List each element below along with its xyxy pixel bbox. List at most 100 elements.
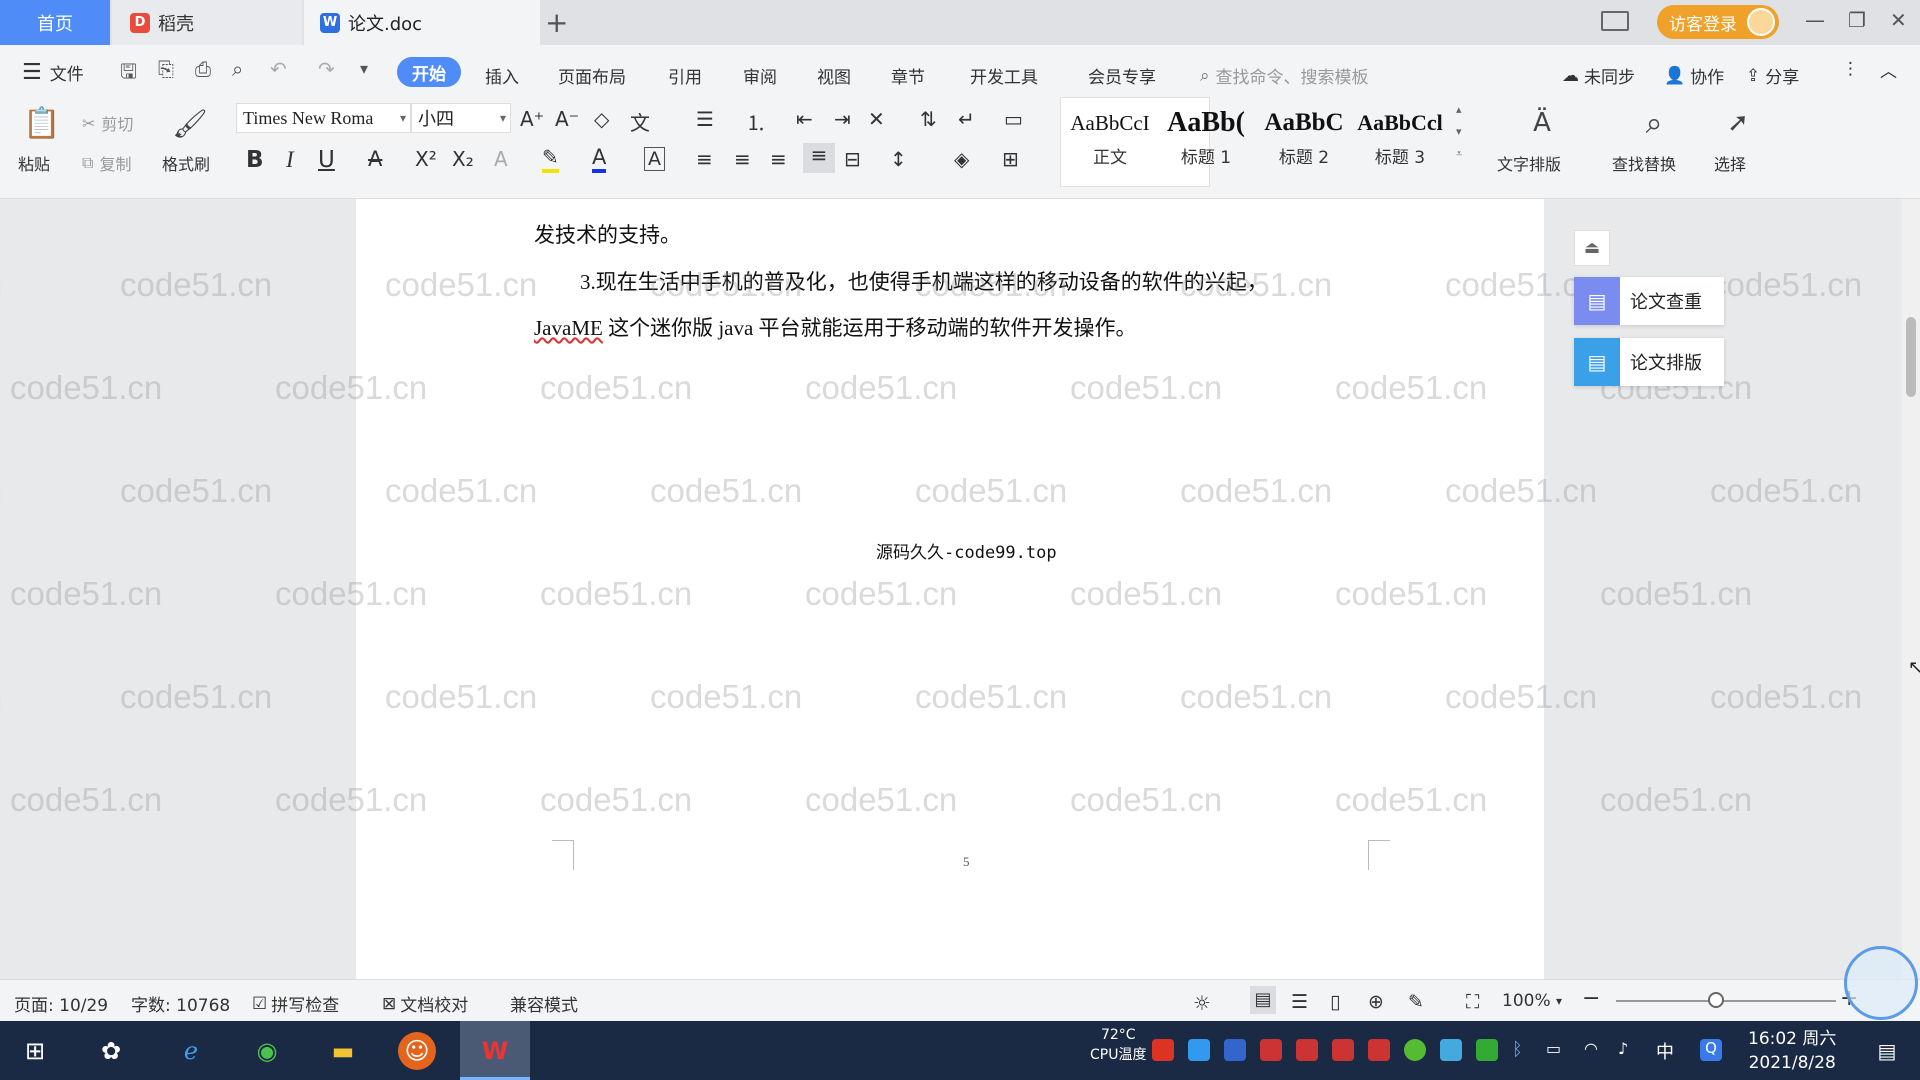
sort-icon[interactable]: ⇅ (920, 107, 937, 131)
menu-chapter[interactable]: 章节 (891, 63, 925, 88)
bluetooth-icon[interactable]: ᛒ (1512, 1039, 1534, 1061)
tray-icon-qq-1[interactable] (1260, 1039, 1282, 1061)
ie-browser-icon[interactable]: ℯ (170, 1030, 212, 1072)
minimize-button[interactable]: — (1805, 8, 1825, 32)
cursor-icon[interactable]: ➚ (1718, 103, 1758, 143)
ime-indicator[interactable]: 中 (1656, 1038, 1674, 1064)
menu-start[interactable]: 开始 (397, 57, 461, 87)
align-right-icon[interactable]: ≡ (770, 147, 787, 171)
menu-references[interactable]: 引用 (668, 63, 702, 88)
cpu-temp-widget[interactable]: 72°C CPU温度 (1090, 1025, 1146, 1065)
phonetic-icon[interactable]: 文 (630, 107, 650, 136)
save-icon[interactable]: 🖫 (120, 57, 137, 91)
scrollbar-thumb[interactable] (1906, 317, 1916, 397)
chinese-layout-icon[interactable]: ✕ (868, 107, 885, 131)
distribute-icon[interactable]: ⊟ (844, 147, 861, 171)
undo-icon[interactable]: ↶ (270, 57, 287, 81)
clock[interactable]: 16:02 周六 2021/8/28 (1748, 1027, 1836, 1075)
tray-icon-qq-3[interactable] (1332, 1039, 1354, 1061)
increase-indent-icon[interactable]: ⇥ (834, 107, 851, 131)
bold-button[interactable]: B (246, 147, 264, 173)
tray-icon-plus[interactable] (1404, 1039, 1426, 1061)
tray-icon-1[interactable] (1152, 1039, 1174, 1061)
tray-icon-qq-4[interactable] (1368, 1039, 1390, 1061)
paper-check-button[interactable]: ▤ 论文查重 (1574, 277, 1724, 325)
menu-file[interactable]: ☰ 文件 (22, 60, 84, 85)
export-icon[interactable]: ⎘ (158, 57, 174, 81)
fit-page-icon[interactable]: ⛶ (1466, 991, 1479, 1013)
line-spacing-icon[interactable]: ↕ (890, 147, 907, 171)
pen-icon[interactable]: ✎ (1408, 991, 1424, 1013)
text-layout-icon[interactable]: Ä (1520, 103, 1564, 143)
style-normal[interactable]: AaBbCcI 正文 (1062, 103, 1158, 179)
command-search[interactable]: ⌕ 查找命令、搜索模板 (1200, 63, 1369, 89)
style-scroll-icon[interactable]: ▴ ▾ ⩡ (1456, 99, 1462, 165)
italic-button[interactable]: I (286, 147, 294, 173)
text-effect-icon[interactable]: A (494, 147, 508, 171)
zoom-slider-handle[interactable] (1708, 992, 1724, 1008)
menu-view[interactable]: 视图 (817, 63, 851, 88)
volume-icon[interactable]: ♪ (1618, 1039, 1640, 1061)
decrease-font-icon[interactable]: A⁻ (555, 107, 579, 131)
show-marks-icon[interactable]: ↵ (958, 107, 975, 131)
collab-button[interactable]: 👤 协作 (1664, 63, 1724, 89)
highlight-icon[interactable]: ✎ (542, 145, 559, 173)
zoom-slider[interactable] (1616, 1000, 1836, 1002)
borders-icon[interactable]: ⊞ (1002, 147, 1019, 171)
find-replace-button[interactable]: 查找替换 (1612, 151, 1676, 175)
align-left-icon[interactable]: ≡ (696, 147, 713, 171)
file-explorer-icon[interactable]: ▬ (322, 1030, 364, 1072)
tab-document[interactable]: W 论文.doc (304, 0, 540, 45)
page-view-icon[interactable]: ▤ (1250, 986, 1276, 1014)
windows-start-icon[interactable]: ⊞ (14, 1030, 56, 1072)
customize-dropdown-icon[interactable]: ▾ (360, 59, 368, 78)
app-icon-mascot[interactable]: ☺ (398, 1032, 436, 1070)
print-preview-icon[interactable]: ⌕ (232, 57, 243, 81)
menu-insert[interactable]: 插入 (485, 63, 519, 88)
tray-icon-2[interactable] (1188, 1039, 1210, 1061)
notification-icon[interactable]: ▤ (1866, 1030, 1908, 1072)
superscript-icon[interactable]: X² (415, 147, 437, 171)
menu-layout[interactable]: 页面布局 (558, 63, 626, 88)
search-q-icon[interactable]: Q (1700, 1039, 1722, 1061)
clear-format-icon[interactable]: ◇ (594, 107, 609, 131)
tab-daoke[interactable]: D 稻壳 (112, 0, 302, 45)
restore-button[interactable]: ❐ (1848, 8, 1866, 32)
strikethrough-icon[interactable]: A (368, 147, 382, 171)
paper-format-button[interactable]: ▤ 论文排版 (1574, 338, 1724, 386)
zoom-out-icon[interactable]: − (1582, 986, 1600, 1011)
assistant-widget[interactable] (1844, 946, 1918, 1020)
print-icon[interactable]: ⎙ (195, 57, 211, 81)
vertical-scrollbar[interactable] (1902, 199, 1920, 979)
login-button[interactable]: 访客登录 (1657, 5, 1779, 39)
wifi-icon[interactable]: ◠ (1584, 1039, 1606, 1061)
shading-icon[interactable]: ◈ (954, 147, 969, 171)
sync-button[interactable]: ☁ 未同步 (1562, 63, 1635, 89)
spell-check-button[interactable]: ☑ 拼写检查 (252, 991, 339, 1017)
more-icon[interactable]: ⋮ (1842, 59, 1859, 79)
eye-protection-icon[interactable]: ☼ (1193, 991, 1211, 1015)
collapse-ribbon-icon[interactable]: ︿ (1880, 57, 1897, 82)
increase-font-icon[interactable]: A⁺ (520, 107, 544, 131)
doc-proof-button[interactable]: ⊠ 文档校对 (382, 991, 468, 1017)
style-heading-2[interactable]: AaBbC 标题 2 (1256, 103, 1352, 179)
word-count[interactable]: 字数: 10768 (131, 991, 230, 1016)
page-indicator[interactable]: 页面: 10/29 (14, 991, 108, 1016)
format-painter-button[interactable]: 格式刷 (162, 151, 210, 175)
cut-button[interactable]: ✂ 剪切 (82, 111, 133, 135)
paste-icon[interactable]: 📋 (20, 103, 64, 143)
tray-icon-qq-2[interactable] (1296, 1039, 1318, 1061)
magnifier-icon[interactable]: ⌕ (1632, 103, 1676, 143)
zoom-level[interactable]: 100% (1502, 991, 1551, 1011)
zoom-dropdown-icon[interactable]: ▾ (1556, 994, 1562, 1008)
wps-taskbar-icon[interactable]: W (460, 1021, 530, 1080)
tray-icon-cloud[interactable] (1440, 1039, 1462, 1061)
bullet-list-icon[interactable]: ☰ (696, 107, 714, 131)
menu-member[interactable]: 会员专享 (1088, 63, 1156, 88)
font-color-icon[interactable]: A (592, 145, 607, 173)
paste-button[interactable]: 粘贴 (18, 151, 50, 175)
layout-icon[interactable] (1601, 11, 1629, 31)
redo-icon[interactable]: ↷ (318, 57, 335, 81)
reading-view-icon[interactable]: ▯ (1330, 991, 1340, 1013)
align-center-icon[interactable]: ≡ (734, 147, 751, 171)
